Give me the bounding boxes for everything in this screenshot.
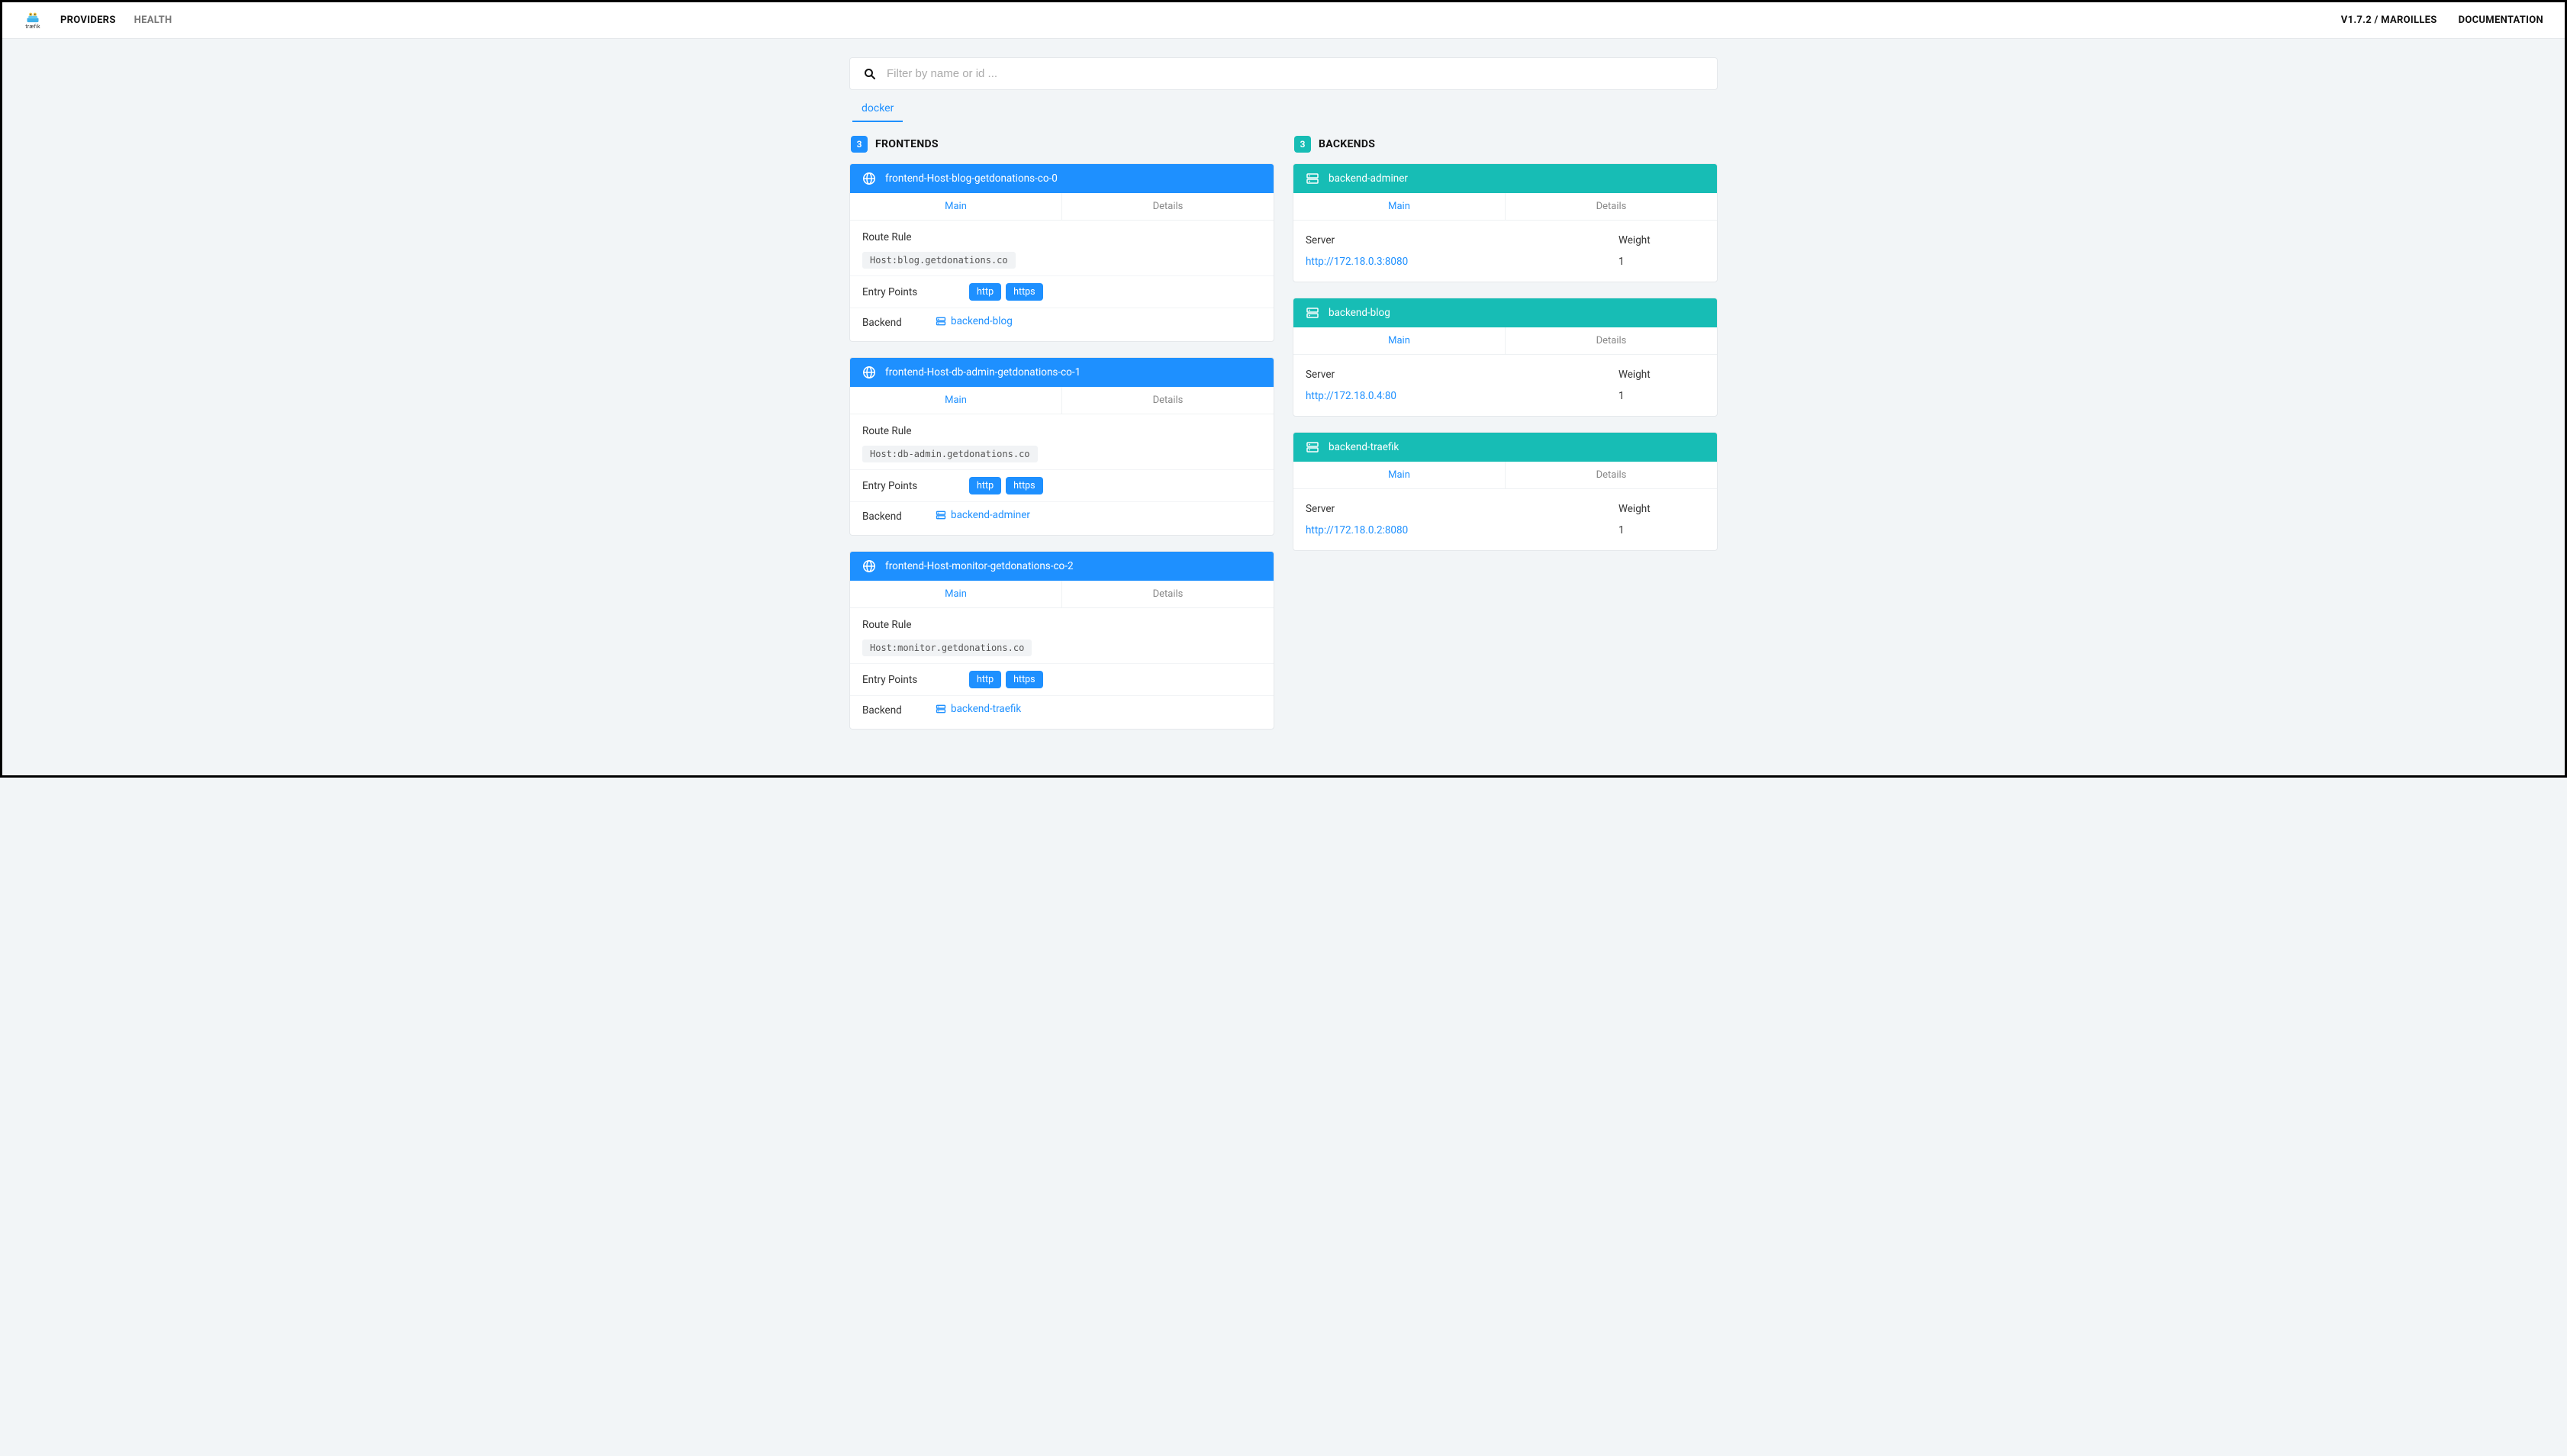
server-header: Server — [1306, 234, 1618, 246]
topbar: træfik PROVIDERS HEALTH V1.7.2 / MAROILL… — [2, 2, 2565, 39]
backend-card-header: backend-adminer — [1293, 164, 1717, 193]
weight-header: Weight — [1618, 503, 1651, 515]
backend-label: Backend — [862, 317, 936, 329]
search-input[interactable] — [887, 67, 1703, 80]
entry-point-tag: http — [969, 283, 1001, 301]
nav-providers[interactable]: PROVIDERS — [60, 14, 116, 26]
route-rule-label: Route Rule — [850, 419, 1274, 439]
server-weight: 1 — [1618, 390, 1625, 402]
tab-details[interactable]: Details — [1506, 327, 1717, 354]
server-icon — [936, 510, 946, 520]
entry-point-tag: https — [1006, 671, 1043, 688]
logo: træfik — [24, 11, 42, 30]
provider-tab-docker[interactable]: docker — [852, 95, 903, 122]
server-header: Server — [1306, 369, 1618, 381]
backends-title: BACKENDS — [1319, 138, 1375, 150]
route-rule-value: Host:blog.getdonations.co — [862, 252, 1016, 269]
route-rule-value: Host:monitor.getdonations.co — [862, 639, 1032, 656]
nav-health[interactable]: HEALTH — [134, 14, 172, 26]
weight-header: Weight — [1618, 369, 1651, 381]
backend-link[interactable]: backend-adminer — [936, 509, 1030, 521]
entry-points-label: Entry Points — [862, 286, 969, 298]
backend-label: Backend — [862, 704, 936, 717]
backend-card: backend-adminer Main Details Server Weig… — [1293, 163, 1718, 282]
entry-point-tag: https — [1006, 477, 1043, 494]
search-icon — [864, 68, 876, 80]
nav-version[interactable]: V1.7.2 / MAROILLES — [2341, 14, 2437, 26]
frontend-card-header: frontend-Host-monitor-getdonations-co-2 — [850, 552, 1274, 581]
nav-documentation[interactable]: DOCUMENTATION — [2459, 14, 2543, 26]
server-url[interactable]: http://172.18.0.3:8080 — [1306, 256, 1408, 268]
tab-details[interactable]: Details — [1506, 193, 1717, 220]
backend-card-header: backend-traefik — [1293, 433, 1717, 462]
provider-tabs: docker — [849, 95, 1718, 122]
server-icon — [936, 704, 946, 714]
tab-main[interactable]: Main — [1293, 193, 1506, 220]
backend-card-header: backend-blog — [1293, 298, 1717, 327]
server-url[interactable]: http://172.18.0.2:8080 — [1306, 524, 1408, 536]
tab-main[interactable]: Main — [1293, 327, 1506, 354]
backends-count-badge: 3 — [1294, 136, 1311, 153]
route-rule-value: Host:db-admin.getdonations.co — [862, 446, 1038, 462]
entry-points-label: Entry Points — [862, 480, 969, 492]
tab-main[interactable]: Main — [1293, 462, 1506, 488]
server-header: Server — [1306, 503, 1618, 515]
server-weight: 1 — [1618, 256, 1625, 268]
server-icon — [1306, 172, 1319, 185]
tab-details[interactable]: Details — [1506, 462, 1717, 488]
frontend-name: frontend-Host-blog-getdonations-co-0 — [885, 172, 1058, 185]
frontends-title: FRONTENDS — [875, 138, 939, 150]
server-icon — [1306, 306, 1319, 320]
entry-point-tag: http — [969, 671, 1001, 688]
route-rule-label: Route Rule — [850, 613, 1274, 633]
backend-link[interactable]: backend-blog — [936, 315, 1013, 327]
backend-card: backend-blog Main Details Server Weight … — [1293, 298, 1718, 417]
backend-label: Backend — [862, 511, 936, 523]
logo-text: træfik — [25, 24, 40, 30]
frontend-card: frontend-Host-blog-getdonations-co-0 Mai… — [849, 163, 1274, 342]
server-weight: 1 — [1618, 524, 1625, 536]
route-rule-label: Route Rule — [850, 225, 1274, 245]
entry-point-tag: http — [969, 477, 1001, 494]
entry-point-tag: https — [1006, 283, 1043, 301]
globe-icon — [862, 559, 876, 573]
backend-name: backend-adminer — [1329, 172, 1408, 185]
tab-main[interactable]: Main — [850, 581, 1062, 607]
traefik-logo-icon — [24, 11, 41, 23]
search-box — [849, 57, 1718, 90]
globe-icon — [862, 366, 876, 379]
tab-details[interactable]: Details — [1062, 387, 1274, 414]
backend-name: backend-blog — [1329, 307, 1390, 319]
backend-card: backend-traefik Main Details Server Weig… — [1293, 432, 1718, 551]
tab-main[interactable]: Main — [850, 387, 1062, 414]
frontend-card: frontend-Host-db-admin-getdonations-co-1… — [849, 357, 1274, 536]
backend-link[interactable]: backend-traefik — [936, 703, 1021, 715]
frontend-card-header: frontend-Host-db-admin-getdonations-co-1 — [850, 358, 1274, 387]
server-icon — [936, 316, 946, 327]
frontend-name: frontend-Host-monitor-getdonations-co-2 — [885, 560, 1074, 572]
frontend-name: frontend-Host-db-admin-getdonations-co-1 — [885, 366, 1081, 378]
frontend-card-header: frontend-Host-blog-getdonations-co-0 — [850, 164, 1274, 193]
backends-column: 3 BACKENDS backend-adminer Main Details … — [1293, 136, 1718, 745]
server-url[interactable]: http://172.18.0.4:80 — [1306, 390, 1396, 402]
tab-main[interactable]: Main — [850, 193, 1062, 220]
frontends-column: 3 FRONTENDS frontend-Host-blog-getdonati… — [849, 136, 1274, 745]
entry-points-label: Entry Points — [862, 674, 969, 686]
weight-header: Weight — [1618, 234, 1651, 246]
backend-name: backend-traefik — [1329, 441, 1399, 453]
globe-icon — [862, 172, 876, 185]
tab-details[interactable]: Details — [1062, 193, 1274, 220]
frontend-card: frontend-Host-monitor-getdonations-co-2 … — [849, 551, 1274, 730]
frontends-count-badge: 3 — [851, 136, 868, 153]
tab-details[interactable]: Details — [1062, 581, 1274, 607]
server-icon — [1306, 440, 1319, 454]
